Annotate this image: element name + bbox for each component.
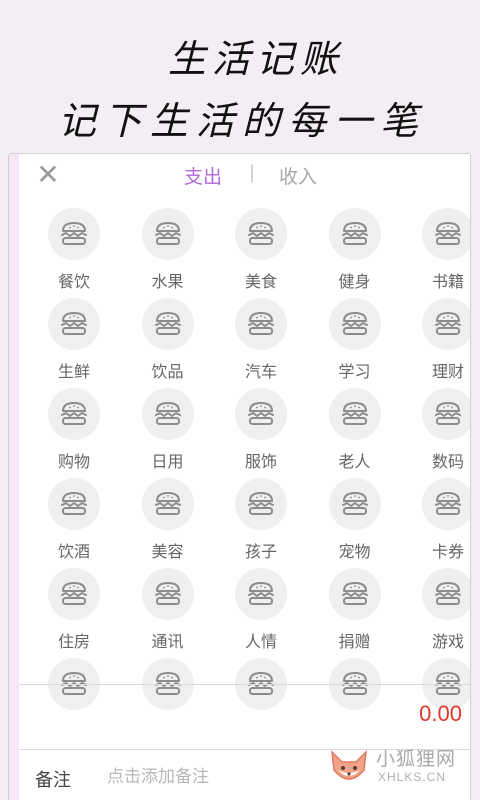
burger-icon (48, 298, 100, 350)
category-grid: 餐饮 水果 美食 健身 书籍生鲜 饮品 汽车 学习 理财购物 日用 服饰 老人 数码饮酒 美容 孩子 宠物 卡券… (19, 206, 470, 721)
burger-icon (328, 478, 381, 530)
burger-icon (422, 208, 470, 260)
burger-icon (328, 388, 381, 440)
category-label: 游戏 (431, 632, 464, 651)
category-item[interactable]: 饮酒 (27, 478, 121, 562)
category-label: 服饰 (244, 452, 277, 471)
category-item[interactable]: 数码 (401, 388, 470, 472)
category-label: 卡券 (431, 542, 464, 561)
burger-icon (141, 478, 194, 530)
burger-icon (141, 568, 194, 620)
category-label: 宠物 (338, 542, 371, 561)
burger-icon (141, 388, 194, 440)
category-label: 饮品 (151, 362, 184, 381)
category-label: 水果 (151, 272, 184, 291)
category-item[interactable]: 人情 (214, 568, 308, 652)
category-item[interactable]: 卡券 (401, 478, 470, 562)
category-label: 捐赠 (338, 632, 371, 651)
category-label: 餐饮 (57, 272, 90, 291)
burger-icon (422, 388, 470, 440)
category-item[interactable]: 宠物 (308, 478, 402, 562)
tab-expense[interactable]: 支出 (184, 162, 222, 189)
burger-icon (48, 568, 100, 620)
category-label: 日用 (151, 452, 184, 471)
category-item[interactable]: 老人 (308, 388, 402, 472)
amount-value: 0.00 (419, 701, 462, 726)
category-item[interactable]: 汽车 (214, 298, 308, 382)
promo-headline-line1: 生活记账 (168, 37, 345, 81)
site-watermark: 小狐狸网 XHLKS.CN (324, 742, 474, 792)
category-label: 数码 (431, 452, 464, 471)
category-item[interactable]: 书籍 (401, 208, 470, 292)
category-label: 老人 (338, 452, 371, 471)
category-item[interactable]: 餐饮 (27, 208, 121, 292)
tab-income[interactable]: 收入 (279, 162, 317, 189)
burger-icon (328, 568, 381, 620)
category-label: 购物 (57, 452, 90, 471)
note-label: 备注 (35, 770, 71, 791)
category-label: 美食 (244, 272, 277, 291)
category-item[interactable]: 购物 (27, 388, 121, 472)
category-label: 人情 (244, 632, 277, 651)
amount-display[interactable]: 0.00 (19, 685, 470, 749)
burger-icon (422, 478, 470, 530)
type-switch-bar: ✕ 支出 | 收入 (9, 154, 470, 194)
category-item[interactable]: 游戏 (401, 568, 470, 652)
category-label: 理财 (431, 362, 464, 381)
category-item[interactable]: 美容 (121, 478, 215, 562)
note-input[interactable] (107, 764, 307, 790)
app-screen: ✕ 支出 | 收入 餐饮 水果 美食 健身 书籍生鲜 饮品 汽车 学习 理财购物 日用 服饰 老人 数码… (8, 153, 471, 800)
screen-edge-accent (9, 154, 19, 800)
category-item[interactable]: 捐赠 (308, 568, 402, 652)
category-label: 健身 (338, 272, 371, 291)
burger-icon (422, 568, 470, 620)
category-item[interactable]: 学习 (308, 298, 402, 382)
burger-icon (235, 568, 287, 620)
fox-logo-icon (331, 749, 367, 780)
burger-icon (328, 298, 381, 350)
category-item[interactable]: 健身 (308, 208, 402, 292)
category-item[interactable]: 美食 (214, 208, 308, 292)
category-label: 汽车 (244, 362, 277, 381)
burger-icon (328, 208, 381, 260)
tab-separator: | (249, 162, 256, 183)
category-item[interactable]: 服饰 (214, 388, 308, 472)
category-item[interactable]: 生鲜 (27, 298, 121, 382)
category-item[interactable]: 孩子 (214, 478, 308, 562)
burger-icon (235, 478, 287, 530)
burger-icon (235, 298, 287, 350)
burger-icon (235, 388, 287, 440)
burger-icon (141, 298, 194, 350)
category-item[interactable]: 日用 (121, 388, 215, 472)
category-label: 生鲜 (57, 362, 90, 381)
category-label: 通讯 (151, 632, 184, 651)
watermark-name: 小狐狸网 (376, 748, 457, 770)
category-label: 饮酒 (57, 542, 90, 561)
promo-headline-line2: 记下生活的每一笔 (58, 99, 427, 143)
category-item[interactable]: 饮品 (121, 298, 215, 382)
category-label: 孩子 (244, 542, 277, 561)
burger-icon (48, 478, 100, 530)
category-item[interactable]: 通讯 (121, 568, 215, 652)
category-label: 美容 (151, 542, 184, 561)
close-icon[interactable]: ✕ (33, 160, 63, 190)
category-label: 住房 (57, 632, 90, 651)
burger-icon (48, 208, 100, 260)
category-item[interactable]: 住房 (27, 568, 121, 652)
burger-icon (48, 388, 100, 440)
category-item[interactable]: 理财 (401, 298, 470, 382)
category-label: 书籍 (431, 272, 464, 291)
burger-icon (141, 208, 194, 260)
category-label: 学习 (338, 362, 371, 381)
watermark-domain: XHLKS.CN (378, 770, 447, 784)
burger-icon (422, 298, 470, 350)
burger-icon (235, 208, 287, 260)
category-item[interactable]: 水果 (121, 208, 215, 292)
